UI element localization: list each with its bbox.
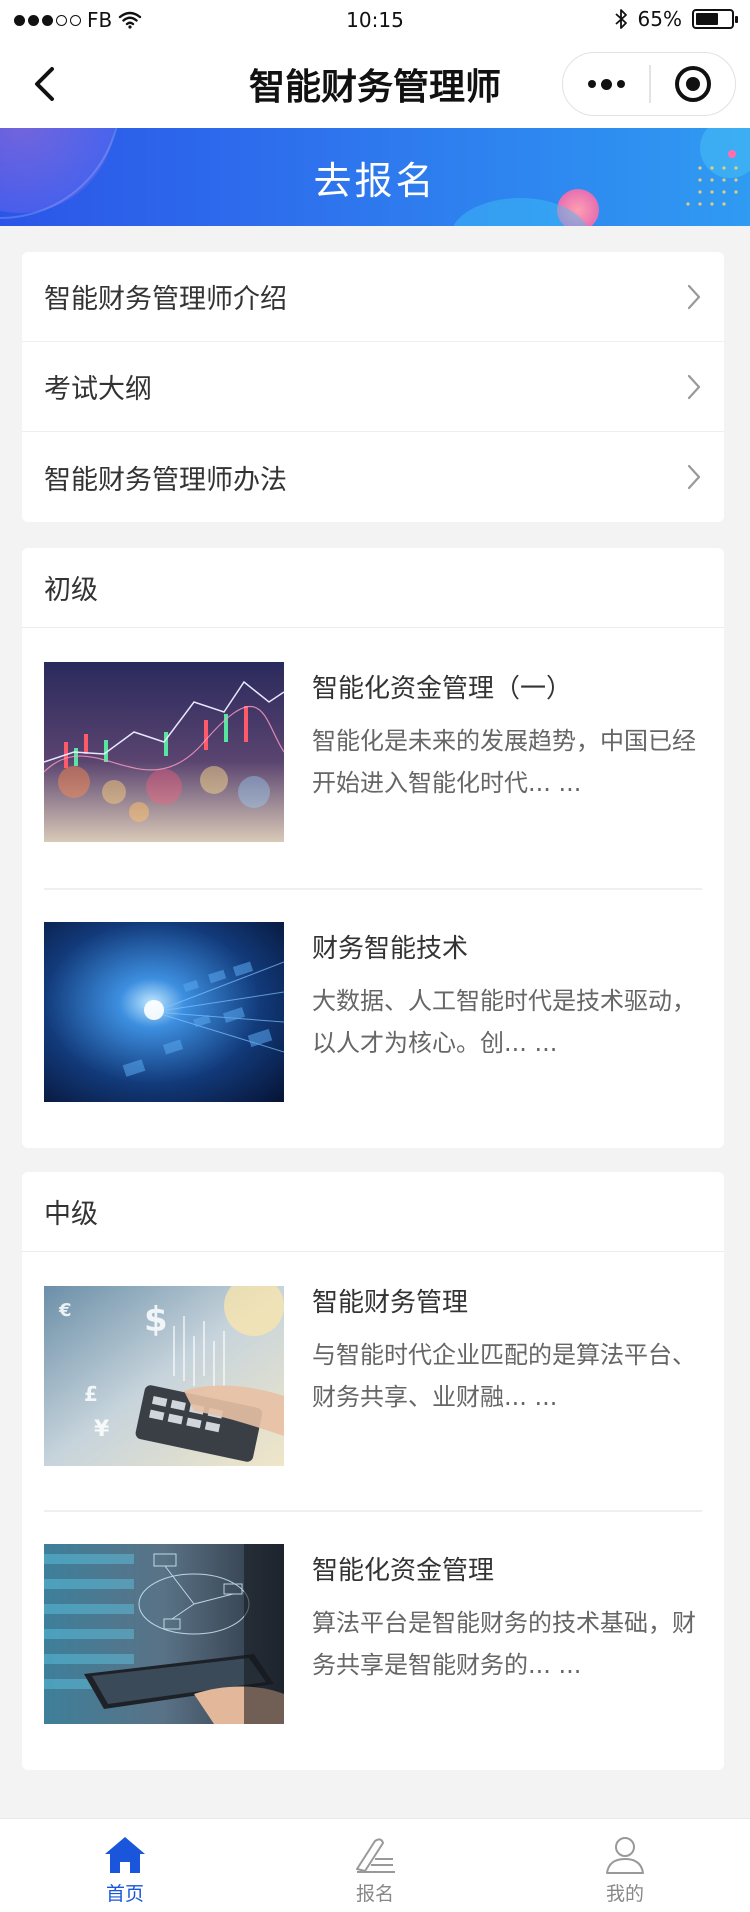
tab-label: 首页 [105,1883,144,1905]
nav-bar: 智能财务管理师 [0,40,750,128]
register-banner[interactable]: 去报名 [0,128,750,226]
article-item[interactable]: 智能化资金管理 算法平台是智能财务的技术基础，财务共享是智能财务的... ... [22,1510,724,1770]
link-introduction[interactable]: 智能财务管理师介绍 [22,252,724,342]
user-icon [606,1837,644,1874]
svg-text:£: £ [84,1382,98,1406]
article-item[interactable]: 智能化资金管理（一） 智能化是未来的发展趋势，中国已经开始进入智能化时代... … [22,628,724,888]
tab-label: 我的 [605,1883,644,1905]
link-label: 考试大纲 [44,374,152,405]
svg-text:$: $ [144,1300,168,1340]
target-icon [674,66,711,102]
link-syllabus[interactable]: 考试大纲 [22,342,724,432]
edit-icon [356,1838,395,1873]
section-intermediate: 中级 $ € £ ¥ 智能财务管理 与智能时代企业匹配的是算法平台、财务共享、业… [22,1172,724,1770]
bluetooth-icon [614,9,627,29]
chevron-right-icon [687,464,701,490]
chevron-right-icon [687,284,701,309]
link-label: 智能财务管理师办法 [44,464,287,496]
banner-title: 去报名 [313,158,437,203]
link-label: 智能财务管理师介绍 [44,284,287,315]
article-title: 智能财务管理 [312,1288,469,1318]
article-item[interactable]: 财务智能技术 大数据、人工智能时代是技术驱动，以人才为核心。创... ... [22,888,724,1148]
tab-home[interactable]: 首页 [0,1819,250,1912]
article-thumbnail [44,922,284,1102]
tab-register[interactable]: 报名 [250,1819,500,1912]
link-regulations[interactable]: 智能财务管理师办法 [22,432,724,522]
more-button[interactable] [563,53,649,115]
article-description: 与智能时代企业匹配的是算法平台、财务共享、业财融... ... [312,1341,696,1411]
article-description: 大数据、人工智能时代是技术驱动，以人才为核心。创... ... [312,987,696,1057]
article-description: 算法平台是智能财务的技术基础，财务共享是智能财务的... ... [312,1609,696,1679]
article-title: 智能化资金管理 [312,1556,495,1586]
article-item[interactable]: $ € £ ¥ 智能财务管理 与智能时代企业匹配的是算法平台、财务共享、业财融.… [22,1252,724,1510]
article-thumbnail [44,662,284,842]
article-description: 智能化是未来的发展趋势，中国已经开始进入智能化时代... ... [312,727,696,797]
article-title: 财务智能技术 [312,934,469,964]
svg-text:¥: ¥ [94,1417,110,1442]
battery-percent: 65% [637,7,682,31]
chevron-right-icon [687,374,701,399]
section-title: 中级 [22,1172,724,1252]
battery-icon [692,9,738,29]
home-icon [105,1837,145,1873]
mini-program-capsule [562,52,736,116]
tab-bar: 首页 报名 我的 [0,1818,750,1912]
article-thumbnail [44,1544,284,1724]
tab-label: 报名 [355,1883,394,1905]
section-beginner: 初级 智能化资金管理（一） 智能化是未来的发展趋势，中国已经开始进入智能化时代.… [22,548,724,1148]
more-dots-icon [587,80,596,88]
close-mini-program-button[interactable] [651,53,736,115]
tab-profile[interactable]: 我的 [500,1819,750,1912]
status-bar: FB 10:15 65% [0,0,750,40]
links-card: 智能财务管理师介绍 考试大纲 智能财务管理师办法 [22,252,724,522]
article-title: 智能化资金管理（一） [312,674,573,704]
article-thumbnail: $ € £ ¥ [44,1286,284,1466]
section-title: 初级 [22,548,724,628]
svg-text:€: € [58,1300,72,1321]
